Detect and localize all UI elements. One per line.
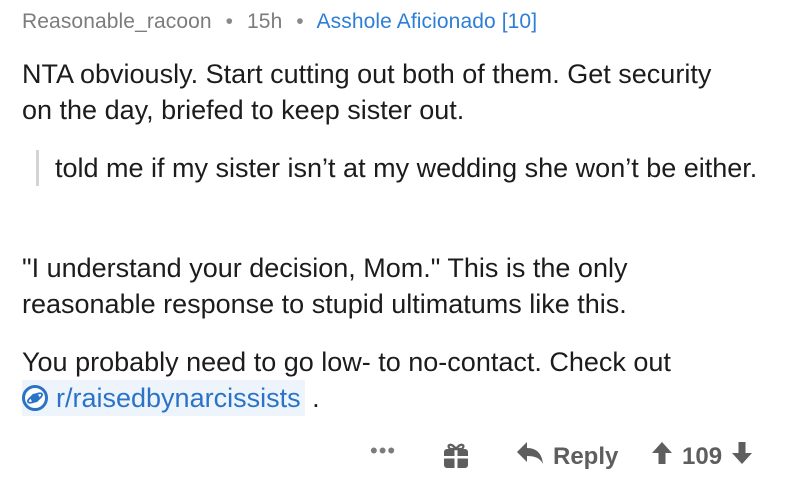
subreddit-link-text: r/raisedbynarcissists [56, 383, 301, 413]
more-options-button[interactable]: ••• [370, 438, 396, 464]
timestamp: 15h [247, 10, 283, 33]
reply-label: Reply [553, 442, 619, 470]
comment-paragraph-2: "I understand your decision, Mom." This … [22, 253, 628, 319]
username-link[interactable]: Reasonable_racoon [22, 10, 212, 33]
gift-award-icon [442, 443, 470, 474]
upvote-arrow-icon[interactable] [650, 440, 674, 473]
comment-paragraph-1: NTA obviously. Start cutting out both of… [22, 59, 712, 125]
subreddit-planet-icon [22, 385, 48, 411]
reply-button[interactable]: Reply [515, 440, 618, 473]
vote-controls: 109 [650, 440, 754, 473]
blockquote: told me if my sister isn’t at my wedding… [36, 150, 795, 186]
award-button[interactable] [442, 440, 470, 475]
reply-arrow-icon [515, 440, 545, 473]
user-flair: Asshole Aficionado [10] [316, 10, 538, 33]
downvote-arrow-icon[interactable] [730, 440, 754, 473]
comment-meta: Reasonable_racoon • 15h • Asshole Aficio… [22, 10, 537, 34]
meta-separator: • [296, 10, 304, 33]
meta-separator: • [225, 10, 234, 33]
comment-actions: ••• Reply 109 [22, 438, 782, 474]
paragraph-3-end: . [304, 383, 320, 413]
comment-paragraph-3: You probably need to go low- to no-conta… [22, 344, 782, 416]
subreddit-link[interactable]: r/raisedbynarcissists [22, 380, 305, 416]
paragraph-3-text: You probably need to go low- to no-conta… [22, 347, 671, 377]
vote-score: 109 [682, 442, 723, 470]
